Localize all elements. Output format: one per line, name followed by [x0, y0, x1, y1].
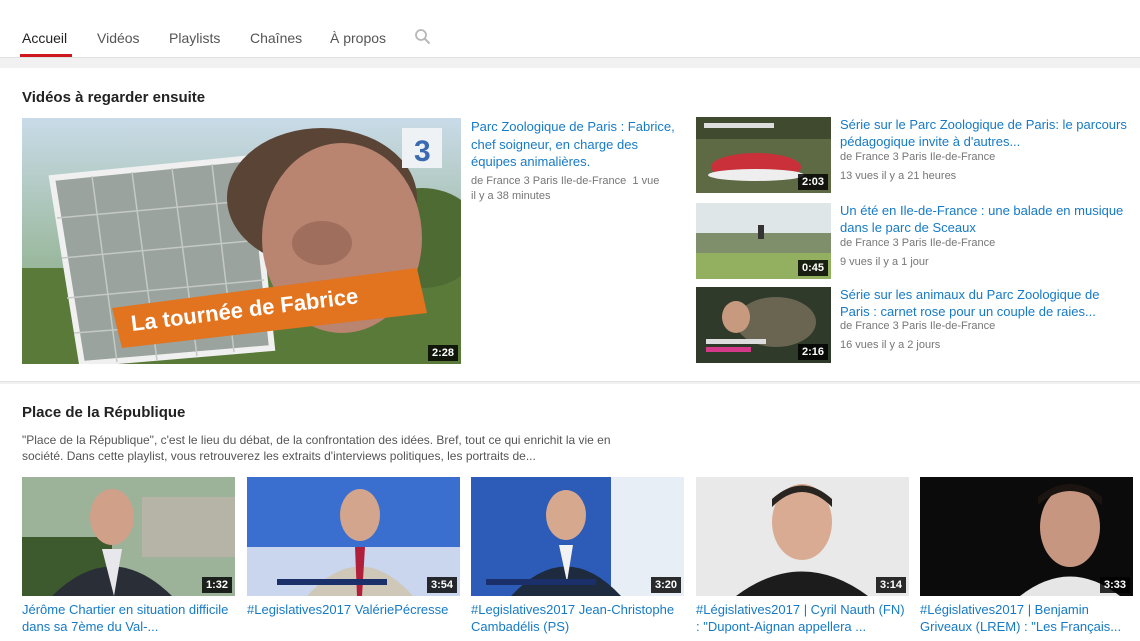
tab-chaines[interactable]: Chaînes [250, 30, 302, 46]
playlist-video-thumbnail[interactable]: 3:33 [920, 477, 1133, 596]
video-meta: 9 vues il y a 1 jour [840, 256, 929, 268]
playlist-video-thumbnail[interactable]: 3:20 [471, 477, 684, 596]
duration-badge: 2:03 [797, 174, 828, 190]
side-video-thumbnail[interactable]: 2:03 [696, 117, 831, 193]
main-video-thumbnail[interactable]: 3 La tournée de Fabrice 2:28 [22, 118, 461, 364]
playlist-video-thumbnail[interactable]: 3:14 [696, 477, 909, 596]
playlist-video-thumbnail[interactable]: 3:54 [247, 477, 460, 596]
side-video-thumbnail[interactable]: 0:45 [696, 203, 831, 279]
duration-badge: 3:33 [1099, 577, 1130, 593]
duration-badge: 3:20 [650, 577, 681, 593]
video-meta: 16 vues il y a 2 jours [840, 339, 941, 351]
channel-name[interactable]: de France 3 Paris Ile-de-France [840, 150, 995, 165]
search-icon[interactable] [414, 28, 432, 46]
tab-videos[interactable]: Vidéos [97, 30, 140, 46]
main-video-meta-line1: de France 3 Paris Ile-de-France 1 vue [471, 174, 659, 189]
playlist-video-title[interactable]: #Legislatives2017 Jean-Christophe Cambad… [471, 601, 684, 636]
side-video-title[interactable]: Un été en Ile-de-France : une balade en … [840, 202, 1130, 237]
upload-age: il y a 38 minutes [471, 190, 551, 202]
playlist-video-title[interactable]: #Législatives2017 | Cyril Nauth (FN) : "… [696, 601, 909, 636]
duration-badge: 2:28 [427, 345, 458, 361]
playlist-video-thumbnail[interactable]: 1:32 [22, 477, 235, 596]
playlist-video-title[interactable]: #Legislatives2017 ValériePécresse [247, 601, 460, 636]
side-video-thumbnail[interactable]: 2:16 [696, 287, 831, 363]
channel-name[interactable]: de France 3 Paris Ile-de-France [840, 236, 995, 251]
tab-a-propos[interactable]: À propos [330, 30, 386, 46]
playlist-title[interactable]: Place de la République [22, 404, 185, 421]
side-video-title[interactable]: Série sur les animaux du Parc Zoologique… [840, 286, 1130, 321]
main-video-title[interactable]: Parc Zoologique de Paris : Fabrice, chef… [471, 118, 686, 172]
channel-name[interactable]: de France 3 Paris Ile-de-France [840, 319, 995, 334]
tab-playlists[interactable]: Playlists [169, 30, 220, 46]
duration-badge: 2:16 [797, 344, 828, 360]
playlist-description: "Place de la République", c'est le lieu … [22, 433, 611, 463]
duration-badge: 1:32 [201, 577, 232, 593]
duration-badge: 3:14 [875, 577, 906, 593]
playlist-video-title[interactable]: #Législatives2017 | Benjamin Griveaux (L… [920, 601, 1133, 636]
featured-section: Vidéos à regarder ensuite 3 La tournée d… [0, 68, 1140, 382]
view-count: 1 vue [632, 175, 660, 187]
france3-logo: 3 [414, 135, 431, 168]
channel-name[interactable]: de France 3 Paris Ile-de-France [471, 175, 626, 187]
playlist-section: Place de la République "Place de la Répu… [0, 384, 1140, 641]
playlist-video-title[interactable]: Jérôme Chartier en situation difficile d… [22, 601, 235, 636]
channel-tabs-bar: Accueil Vidéos Playlists Chaînes À propo… [0, 0, 1140, 58]
tab-accueil[interactable]: Accueil [22, 30, 67, 46]
active-tab-indicator [20, 54, 72, 57]
main-video-image: 3 La tournée de Fabrice [22, 118, 461, 364]
section-title: Vidéos à regarder ensuite [22, 89, 206, 106]
duration-badge: 3:54 [426, 577, 457, 593]
duration-badge: 0:45 [797, 260, 828, 276]
video-meta: 13 vues il y a 21 heures [840, 170, 957, 182]
side-video-title[interactable]: Série sur le Parc Zoologique de Paris: l… [840, 116, 1130, 151]
